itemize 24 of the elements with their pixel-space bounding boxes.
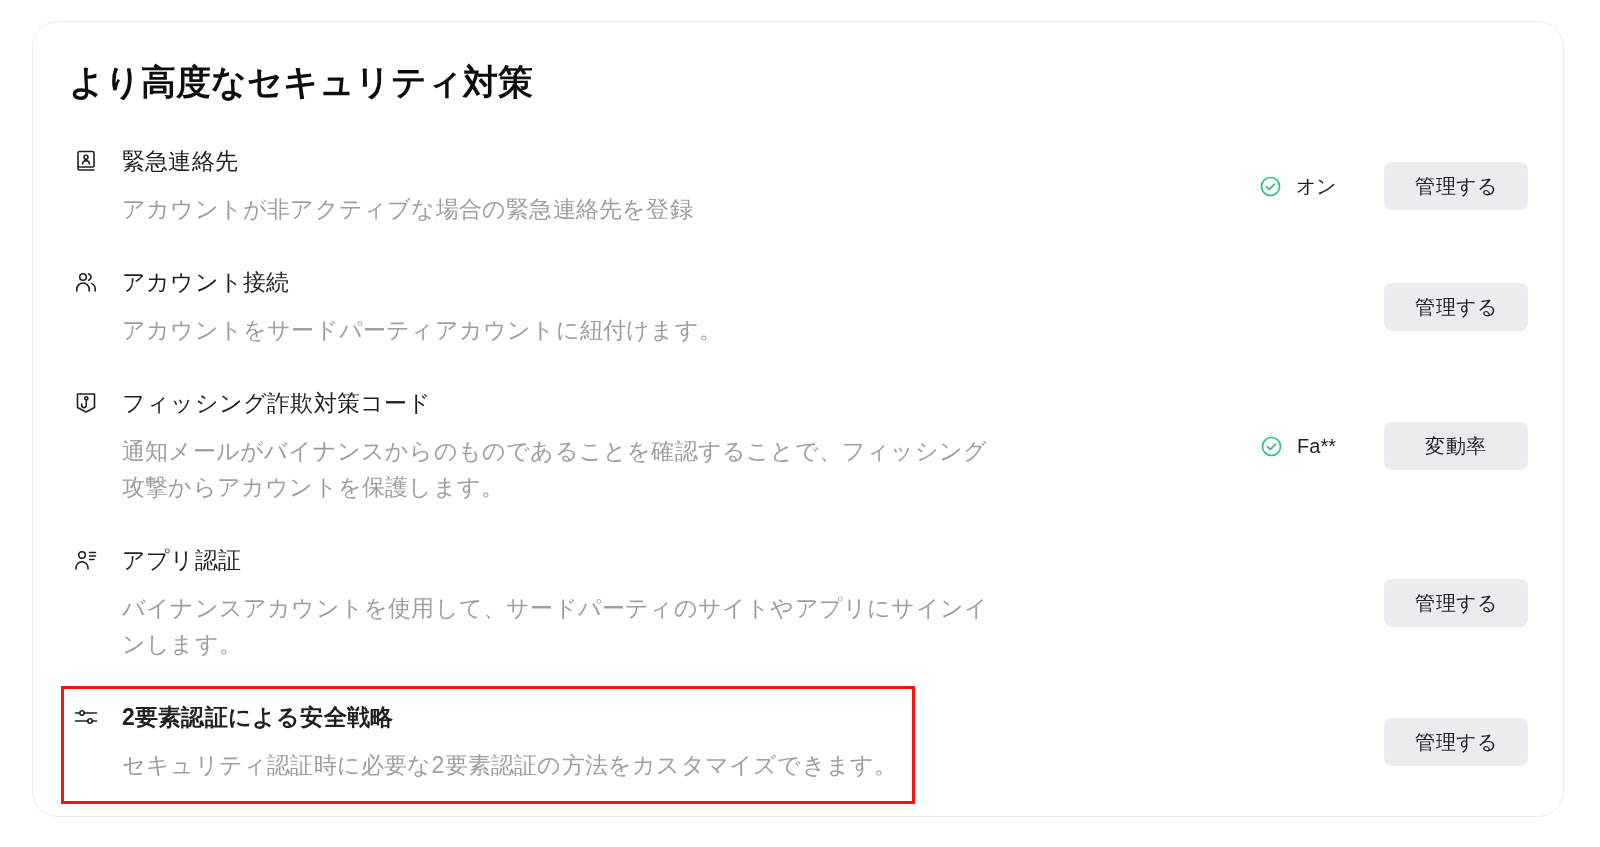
item-description: 通知メールがバイナンスからのものであることを確認することで、フィッシング攻撃からアカウントを保護します。: [122, 437, 989, 502]
shield-icon: [74, 391, 98, 415]
item-description: アカウントが非アクティブな場合の緊急連絡先を登録: [122, 195, 693, 224]
item-description: セキュリティ認証時に必要な2要素認証の方法をカスタマイズできます。: [122, 751, 898, 780]
item-description: バイナンスアカウントを使用して、サードパーティのサイトやアプリにサインインします。: [122, 594, 990, 659]
status-text: オン: [1296, 174, 1336, 199]
users-icon: [74, 270, 98, 294]
action-button[interactable]: 変動率: [1384, 422, 1528, 470]
action-button[interactable]: 管理する: [1384, 579, 1528, 627]
action-button[interactable]: 管理する: [1384, 283, 1528, 331]
check-circle-icon: [1260, 175, 1281, 197]
contact-book-icon: [74, 149, 98, 173]
item-title: アカウント接続: [122, 268, 290, 297]
action-button[interactable]: 管理する: [1384, 718, 1528, 766]
item-title: 2要素認証による安全戦略: [122, 703, 394, 732]
action-button[interactable]: 管理する: [1384, 162, 1528, 210]
item-description: アカウントをサードパーティアカウントに紐付けます。: [122, 316, 722, 345]
status-text: Fa**: [1297, 434, 1336, 459]
section-title: より高度なセキュリティ対策: [69, 61, 533, 103]
item-title: アプリ認証: [122, 546, 241, 575]
item-title: 緊急連絡先: [122, 147, 238, 176]
check-circle-icon: [1261, 435, 1283, 457]
item-title: フィッシング詐欺対策コード: [122, 389, 432, 418]
user-list-icon: [74, 548, 98, 572]
